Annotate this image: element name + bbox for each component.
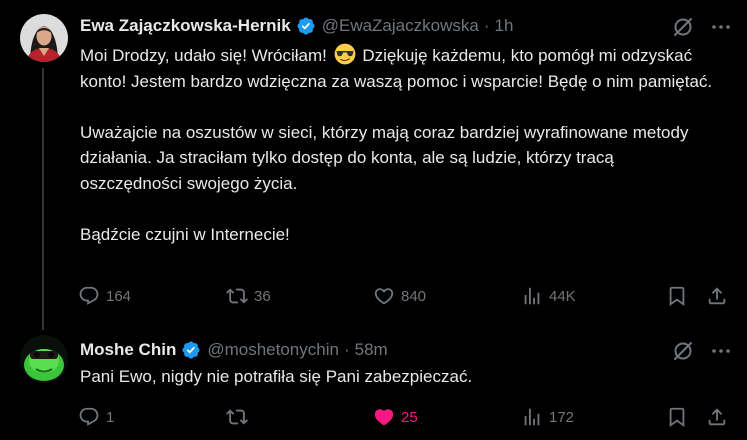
share-button[interactable] bbox=[706, 284, 728, 308]
like-icon bbox=[374, 288, 394, 305]
main-post[interactable]: Ewa Zajączkowska-Hernik @EwaZajaczkowska… bbox=[0, 0, 747, 330]
grok-icon[interactable] bbox=[671, 339, 695, 363]
repost-icon bbox=[226, 409, 248, 425]
avatar-ewa[interactable] bbox=[20, 14, 68, 62]
avatar-moshe[interactable] bbox=[20, 335, 68, 383]
views-button[interactable]: 44K bbox=[521, 284, 576, 308]
views-button[interactable]: 172 bbox=[521, 405, 574, 429]
author-name[interactable]: Ewa Zajączkowska-Hernik bbox=[80, 16, 291, 36]
post-text: Pani Ewo, nigdy nie potrafiła się Pani z… bbox=[80, 367, 473, 386]
verified-badge-icon bbox=[297, 17, 315, 35]
share-icon bbox=[708, 287, 726, 305]
repost-button[interactable]: 36 bbox=[226, 284, 271, 308]
sunglasses-face-emoji bbox=[334, 43, 356, 65]
post-paragraph: Bądźcie czujni w Internecie! bbox=[80, 224, 290, 244]
post-paragraph: Uważajcie na oszustów w sieci, którzy ma… bbox=[80, 122, 689, 193]
post-header: Moshe Chin @moshetonychin · 58m bbox=[80, 339, 733, 361]
reply-icon bbox=[79, 407, 99, 426]
more-icon[interactable] bbox=[709, 339, 733, 363]
like-button[interactable]: 840 bbox=[373, 284, 426, 308]
bookmark-button[interactable] bbox=[666, 405, 688, 429]
reply-post[interactable]: Moshe Chin @moshetonychin · 58m Pani Ewo… bbox=[0, 325, 747, 440]
like-button[interactable]: 25 bbox=[373, 405, 418, 429]
author-name[interactable]: Moshe Chin bbox=[80, 340, 176, 360]
post-time[interactable]: 58m bbox=[355, 340, 388, 360]
post-header: Ewa Zajączkowska-Hernik @EwaZajaczkowska… bbox=[80, 15, 733, 37]
separator-dot: · bbox=[343, 340, 350, 359]
bookmark-icon bbox=[669, 407, 685, 428]
action-bar: 1 25 172 bbox=[78, 405, 733, 429]
share-icon bbox=[708, 408, 726, 426]
repost-icon bbox=[226, 288, 248, 304]
grok-icon[interactable] bbox=[671, 15, 695, 39]
reply-count: 1 bbox=[106, 408, 115, 426]
post-paragraph: Moi Drodzy, udało się! Wróciłam! Dziękuj… bbox=[80, 43, 720, 94]
reply-button[interactable]: 164 bbox=[78, 284, 131, 308]
author-handle[interactable]: @EwaZajaczkowska bbox=[322, 16, 479, 36]
views-count: 172 bbox=[549, 408, 575, 426]
reply-icon bbox=[79, 286, 99, 305]
post-time[interactable]: 1h bbox=[494, 16, 513, 36]
share-button[interactable] bbox=[706, 405, 728, 429]
repost-button[interactable] bbox=[226, 405, 254, 429]
thread-line bbox=[42, 68, 44, 330]
reply-button[interactable]: 1 bbox=[78, 405, 114, 429]
like-count: 840 bbox=[401, 287, 427, 305]
separator-dot: · bbox=[483, 16, 490, 35]
more-icon[interactable] bbox=[709, 15, 733, 39]
like-filled-icon bbox=[374, 409, 394, 426]
views-count: 44K bbox=[549, 287, 576, 305]
verified-badge-icon bbox=[182, 341, 200, 359]
author-handle[interactable]: @moshetonychin bbox=[207, 340, 339, 360]
reply-count: 164 bbox=[106, 287, 132, 305]
action-bar: 164 36 840 44K bbox=[78, 284, 733, 308]
bookmark-icon bbox=[669, 286, 685, 307]
bookmark-button[interactable] bbox=[666, 284, 688, 308]
like-count: 25 bbox=[401, 408, 418, 426]
views-icon bbox=[524, 287, 540, 305]
repost-count: 36 bbox=[254, 287, 271, 305]
views-icon bbox=[524, 408, 540, 426]
post-text: Moi Drodzy, udało się! Wróciłam! Dziękuj… bbox=[80, 43, 720, 247]
